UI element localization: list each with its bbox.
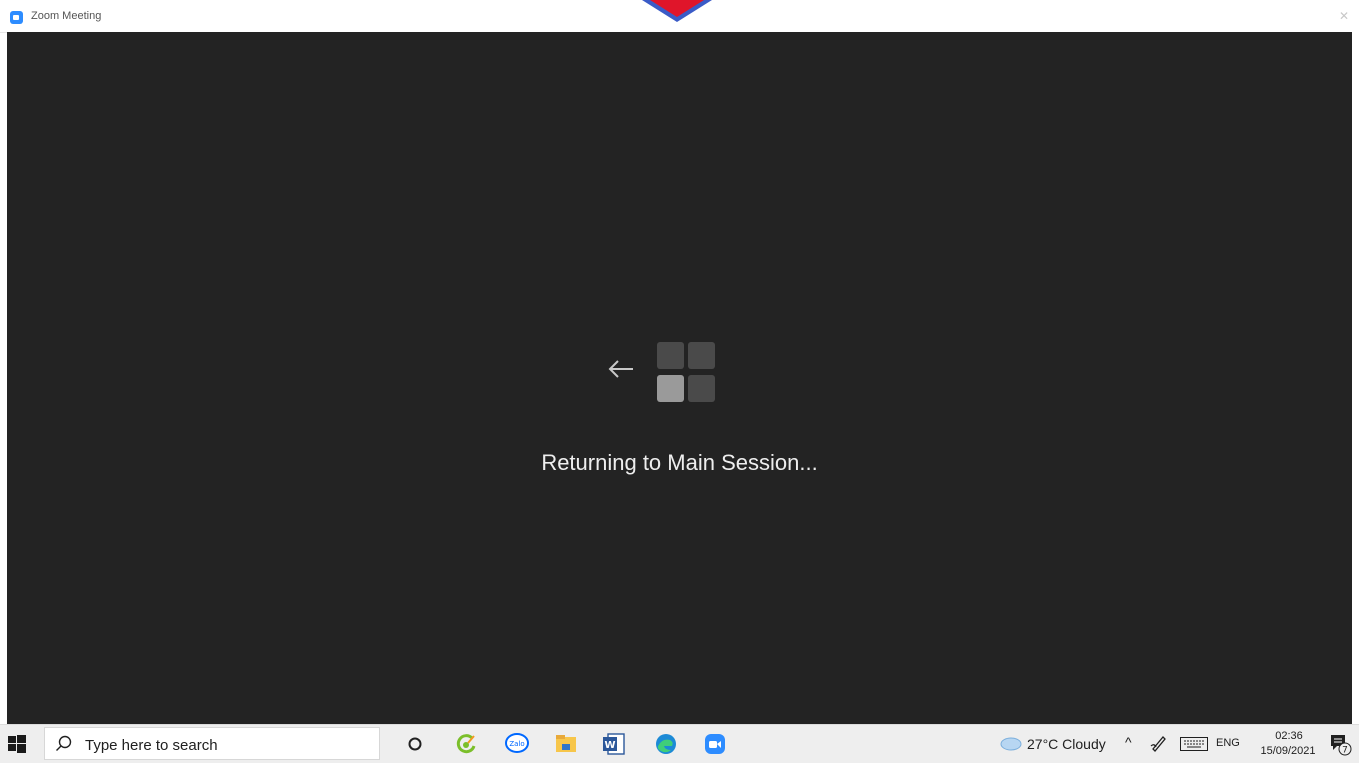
weather-cloud-icon[interactable]: [998, 735, 1022, 751]
file-explorer-icon[interactable]: [549, 728, 583, 760]
zoom-app-icon: [10, 11, 23, 24]
touch-keyboard-icon[interactable]: [1180, 737, 1208, 751]
back-arrow-icon: [608, 360, 633, 378]
meeting-view: Returning to Main Session...: [7, 32, 1352, 724]
window-edge: [1352, 32, 1359, 724]
taskbar: Type here to search Zalo W 27°C Cloudy ^…: [0, 724, 1359, 763]
pointer-arrow-icon: [642, 0, 712, 22]
search-placeholder: Type here to search: [85, 737, 218, 754]
taskbar-search-box[interactable]: Type here to search: [44, 727, 380, 760]
breakout-rooms-icon: [657, 342, 715, 402]
window-title: Zoom Meeting: [31, 10, 102, 22]
input-language[interactable]: ENG: [1216, 737, 1240, 749]
zalo-icon[interactable]: Zalo: [500, 728, 534, 760]
svg-text:Zalo: Zalo: [509, 740, 524, 748]
session-status-text: Returning to Main Session...: [541, 450, 818, 475]
svg-text:W: W: [604, 740, 615, 751]
word-icon[interactable]: W: [597, 728, 631, 760]
notification-count: 7: [1342, 746, 1348, 756]
notifications-icon[interactable]: 7: [1328, 732, 1352, 756]
clock-time[interactable]: 02:36: [1265, 730, 1313, 742]
clock-date[interactable]: 15/09/2021: [1250, 745, 1326, 757]
search-icon: [56, 735, 72, 751]
windows-start-icon[interactable]: [8, 735, 26, 753]
pen-workspace-icon[interactable]: [1150, 734, 1168, 752]
edge-icon[interactable]: [649, 728, 683, 760]
zoom-icon[interactable]: [698, 728, 732, 760]
show-hidden-icons-icon[interactable]: ^: [1125, 734, 1132, 750]
close-icon[interactable]: ✕: [1339, 9, 1349, 23]
greenshot-icon[interactable]: [449, 728, 483, 760]
cortana-icon[interactable]: [398, 728, 432, 760]
weather-text[interactable]: 27°C Cloudy: [1027, 736, 1106, 752]
